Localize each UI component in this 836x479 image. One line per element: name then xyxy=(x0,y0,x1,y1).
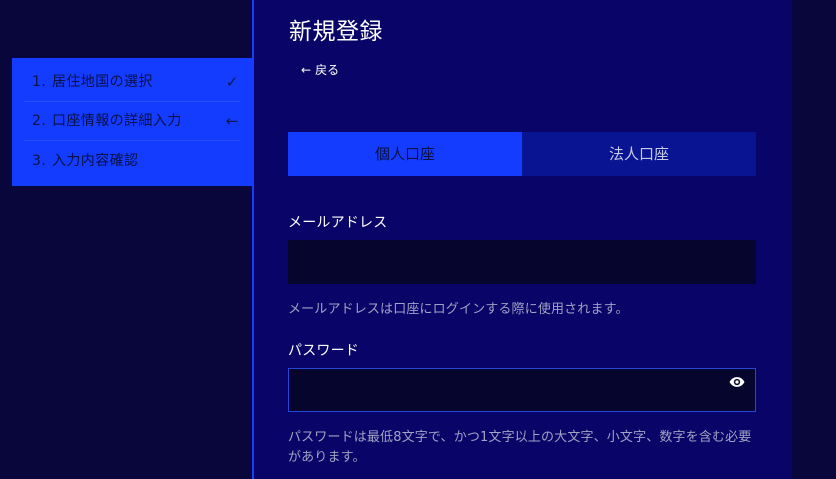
arrow-left-icon: ← xyxy=(225,111,239,130)
password-field[interactable] xyxy=(288,368,756,412)
step-review[interactable]: 3. 入力内容確認 xyxy=(24,141,240,180)
step-label: 入力内容確認 xyxy=(52,152,139,169)
back-label: 戻る xyxy=(315,63,340,77)
step-number: 2. xyxy=(32,113,47,129)
eye-icon[interactable] xyxy=(728,373,746,391)
check-icon: ✓ xyxy=(225,72,239,91)
password-label: パスワード xyxy=(288,343,359,359)
page-title: 新規登録 xyxy=(289,19,383,46)
step-label: 居住地国の選択 xyxy=(52,74,153,90)
registration-steps: 1. 居住地国の選択 ✓ 2. 口座情報の詳細入力 ← 3. 入力内容確認 xyxy=(12,58,252,186)
step-number: 1. xyxy=(32,74,47,90)
tab-individual-account[interactable]: 個人口座 xyxy=(288,132,522,176)
email-help-text: メールアドレスは口座にログインする際に使用されます。 xyxy=(288,302,629,317)
step-label: 口座情報の詳細入力 xyxy=(52,113,182,129)
back-link[interactable]: ← 戻る xyxy=(301,62,339,78)
password-help-text: パスワードは最低8文字で、かつ1文字以上の大文字、小文字、数字を含む必要がありま… xyxy=(288,430,752,465)
email-label: メールアドレス xyxy=(288,215,388,231)
step-number: 3. xyxy=(32,152,47,169)
arrow-left-icon: ← xyxy=(301,63,312,77)
account-type-tabs: 個人口座 法人口座 xyxy=(288,132,756,176)
tab-corporate-account[interactable]: 法人口座 xyxy=(522,132,756,176)
registration-page: 1. 居住地国の選択 ✓ 2. 口座情報の詳細入力 ← 3. 入力内容確認 新規… xyxy=(0,0,836,479)
email-field[interactable] xyxy=(288,240,756,284)
step-account-details[interactable]: 2. 口座情報の詳細入力 ← xyxy=(24,102,240,141)
step-residence-country[interactable]: 1. 居住地国の選択 ✓ xyxy=(24,63,240,102)
